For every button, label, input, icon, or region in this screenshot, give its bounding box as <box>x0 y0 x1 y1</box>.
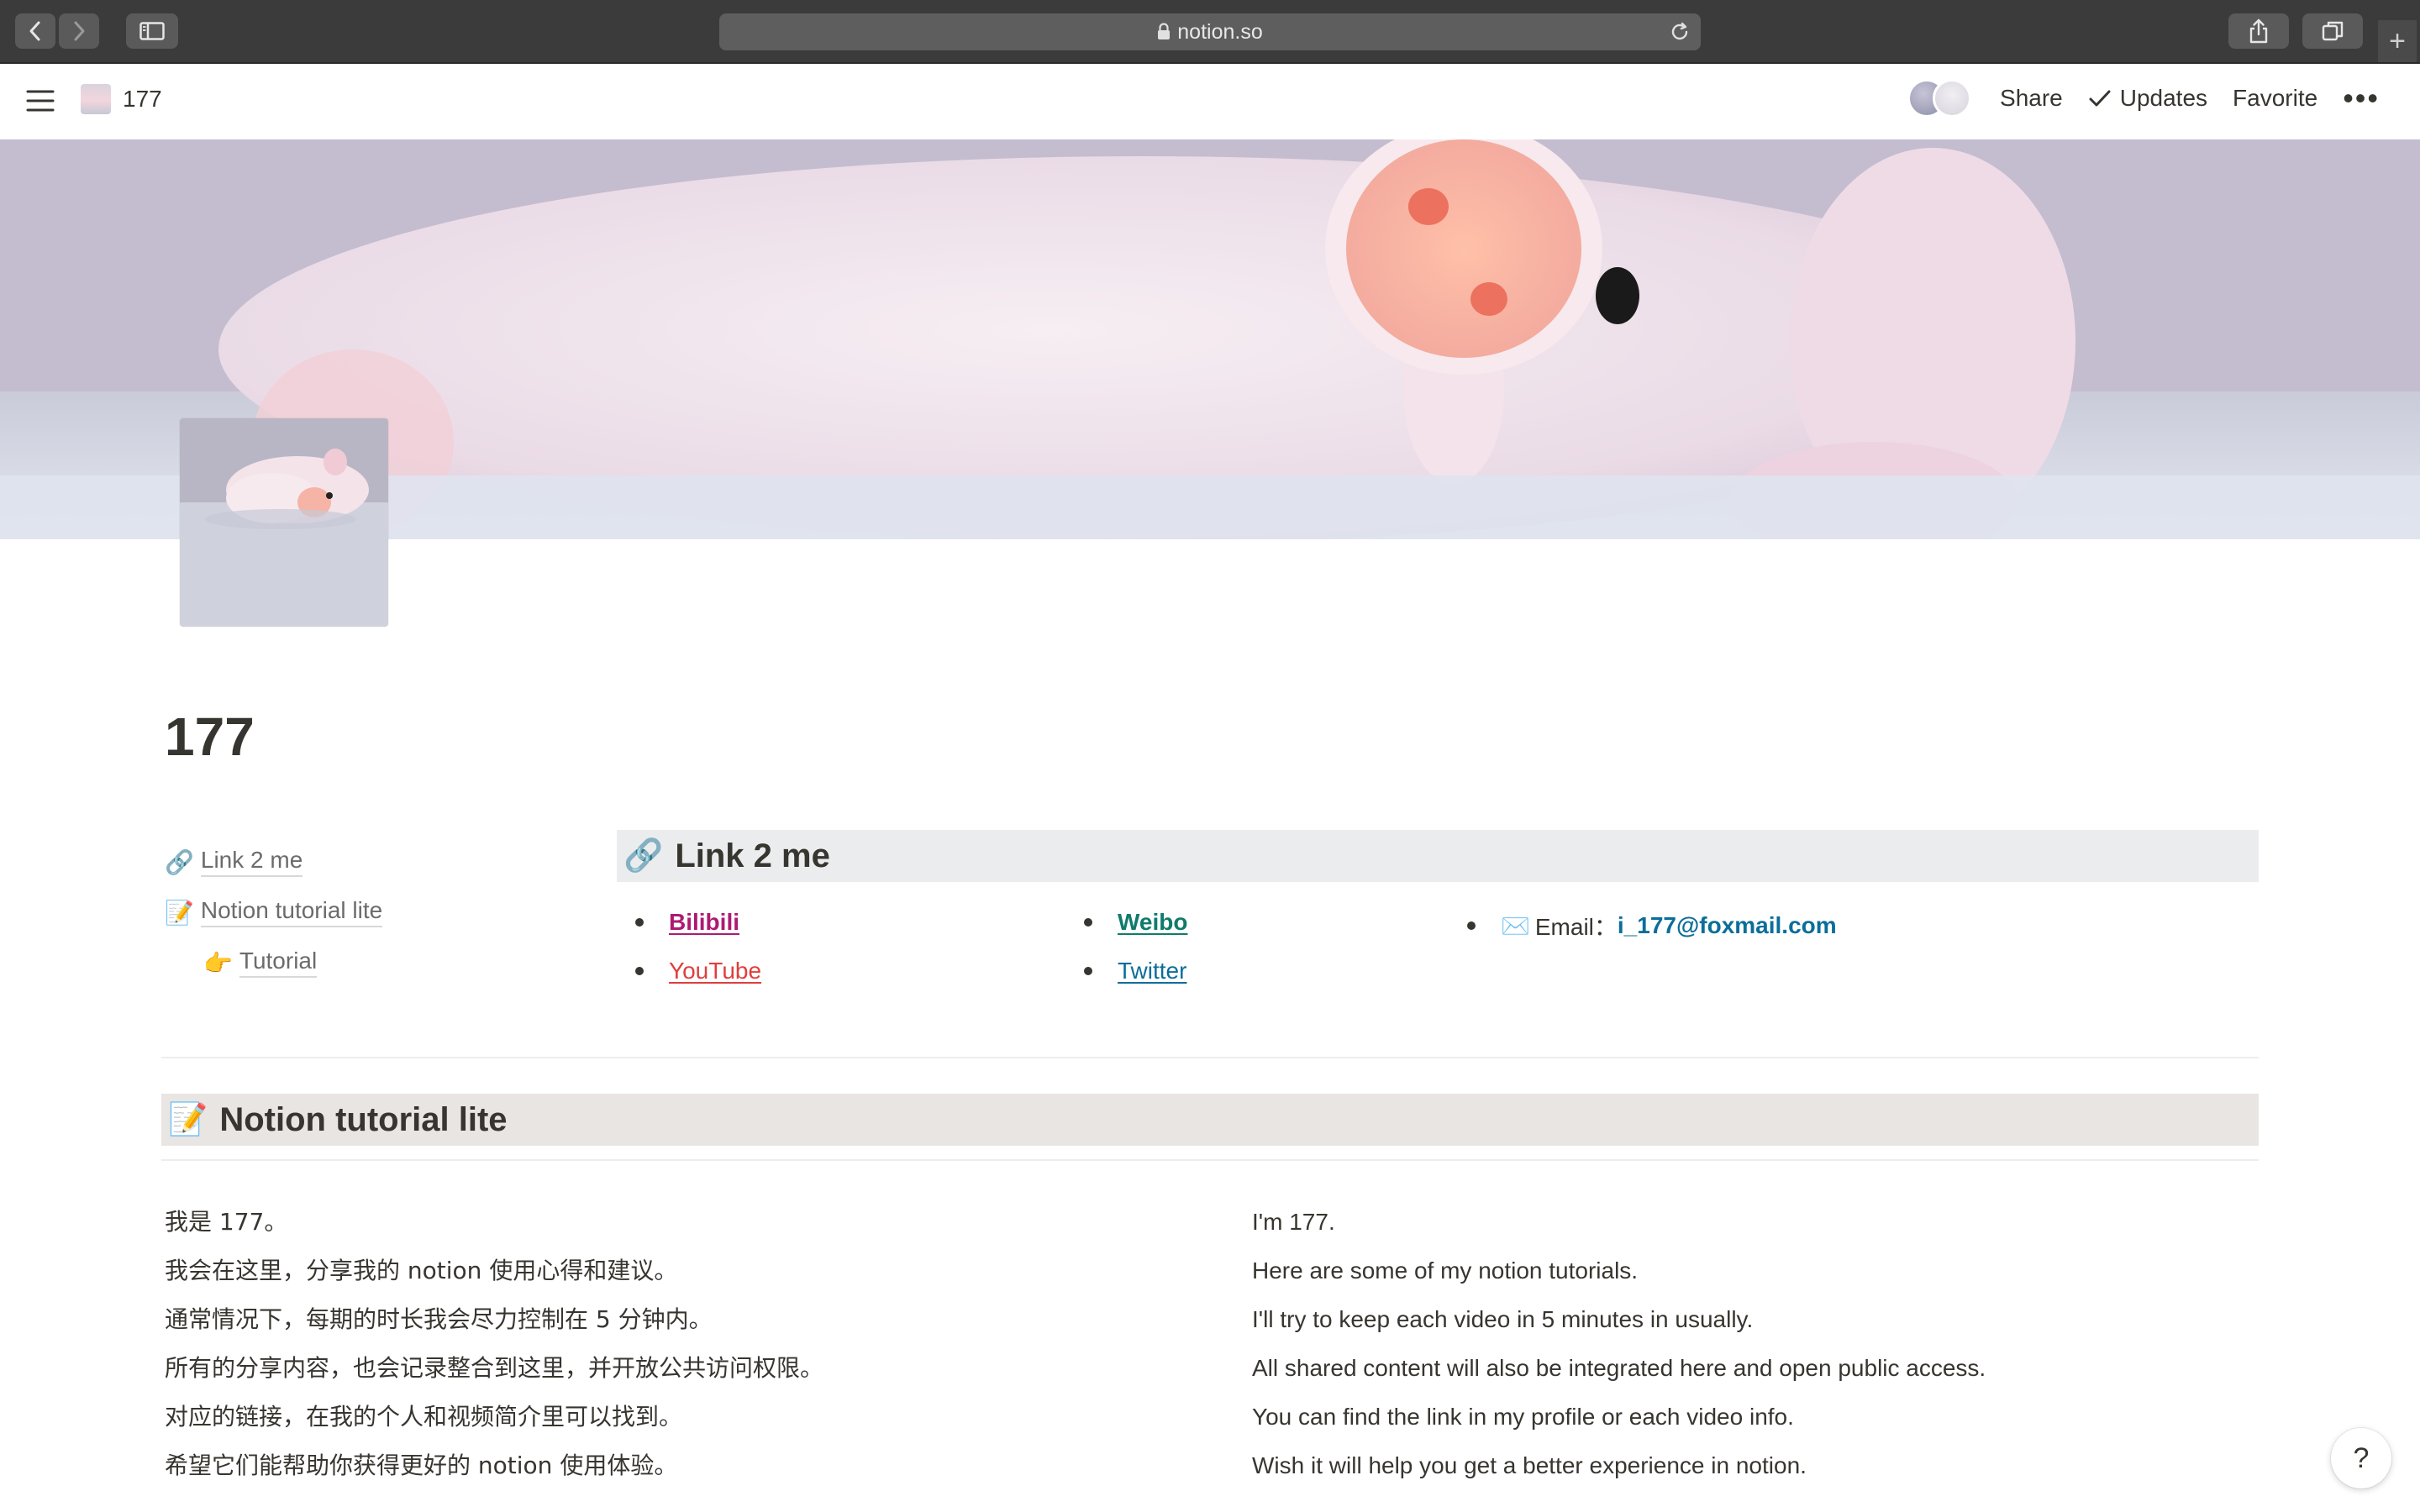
sidebar-icon <box>139 22 165 40</box>
link-icon: 🔗 <box>623 838 664 874</box>
breadcrumb[interactable]: 177 <box>81 84 162 114</box>
chinese-intro-column: 我是 177。 我会在这里，分享我的 notion 使用心得和建议。 通常情况下… <box>165 1198 823 1490</box>
forward-button[interactable] <box>59 13 99 49</box>
paragraph[interactable]: I'll try to keep each video in 5 minutes… <box>1252 1295 1986 1344</box>
pointing-hand-icon: 👉 <box>203 949 233 976</box>
divider <box>161 1057 2259 1058</box>
help-button[interactable]: ? <box>2331 1428 2391 1488</box>
envelope-icon: ✉️ <box>1501 912 1530 939</box>
sidebar-toggle-button[interactable] <box>126 13 178 49</box>
heading-notion-tutorial-lite[interactable]: 📝 Notion tutorial lite <box>161 1094 2259 1146</box>
lock-icon <box>1157 23 1171 41</box>
browser-toolbar: notion.so + <box>0 0 2420 64</box>
email-label: Email： <box>1534 914 1618 940</box>
reload-icon[interactable] <box>1669 20 1691 50</box>
breadcrumb-page-name: 177 <box>123 86 162 112</box>
bullet <box>1467 921 1476 930</box>
updates-button[interactable]: Updates <box>2088 85 2207 112</box>
link-icon: 🔗 <box>165 848 194 875</box>
bilibili-link[interactable]: Bilibili <box>669 909 739 936</box>
list-item: ✉️ Email： i_177@foxmail.com <box>1457 909 1837 942</box>
share-button[interactable]: Share <box>2000 85 2063 112</box>
table-of-contents: 🔗 Link 2 me 📝 Notion tutorial lite 👉 Tut… <box>165 837 602 988</box>
paragraph[interactable]: 所有的分享内容，也会记录整合到这里，并开放公共访问权限。 <box>165 1344 823 1393</box>
toc-item-notion-tutorial-lite[interactable]: 📝 Notion tutorial lite <box>165 887 602 937</box>
paragraph[interactable]: 我是 177。 <box>165 1198 823 1247</box>
address-bar[interactable]: notion.so <box>719 13 1701 50</box>
toc-item-label: Tutorial <box>239 948 318 978</box>
list-item: Twitter <box>1074 958 1186 984</box>
browser-share-button[interactable] <box>2228 13 2289 49</box>
chevron-left-icon <box>29 21 40 41</box>
heading-link-2-me[interactable]: 🔗 Link 2 me <box>617 830 2259 882</box>
toc-item-label: Link 2 me <box>200 847 303 877</box>
tab-overview-button[interactable] <box>2302 13 2363 49</box>
toc-item-tutorial[interactable]: 👉 Tutorial <box>165 937 602 988</box>
bullet <box>1084 967 1092 975</box>
plus-icon: + <box>2389 24 2406 57</box>
memo-icon: 📝 <box>165 899 194 926</box>
paragraph[interactable]: 通常情况下，每期的时长我会尽力控制在 5 分钟内。 <box>165 1295 823 1344</box>
menu-icon[interactable] <box>25 87 55 118</box>
url-text: notion.so <box>1177 19 1263 44</box>
paragraph[interactable]: Wish it will help you get a better exper… <box>1252 1441 1986 1490</box>
history-nav <box>15 13 99 49</box>
more-options-button[interactable]: ••• <box>2343 83 2380 113</box>
favorite-button[interactable]: Favorite <box>2233 85 2317 112</box>
paragraph[interactable]: All shared content will also be integrat… <box>1252 1344 1986 1393</box>
list-item: Weibo <box>1074 909 1187 936</box>
bullet <box>635 918 644 927</box>
bullet <box>635 967 644 975</box>
share-icon <box>2249 18 2268 44</box>
checkmark-icon <box>2089 90 2111 107</box>
paragraph[interactable]: Here are some of my notion tutorials. <box>1252 1247 1986 1295</box>
heading-text: Notion tutorial lite <box>219 1100 508 1138</box>
links-list: Bilibili YouTube Weibo Twitter ✉️ Email：… <box>625 909 2222 1018</box>
question-mark-icon: ? <box>2353 1441 2370 1474</box>
chevron-right-icon <box>74 21 85 41</box>
divider <box>161 1159 2259 1161</box>
avatar <box>1933 79 1972 118</box>
page-icon-thumbnail <box>81 84 111 114</box>
page-icon[interactable] <box>180 418 388 627</box>
paragraph[interactable]: You can find the link in my profile or e… <box>1252 1393 1986 1441</box>
email-link[interactable]: i_177@foxmail.com <box>1618 912 1837 939</box>
paragraph[interactable]: 希望它们能帮助你获得更好的 notion 使用体验。 <box>165 1441 823 1490</box>
heading-text: Link 2 me <box>675 837 830 874</box>
page-title[interactable]: 177 <box>165 706 255 768</box>
topbar-actions: Share Updates Favorite ••• <box>1907 79 2380 118</box>
memo-icon: 📝 <box>168 1102 208 1137</box>
toc-item-link-2-me[interactable]: 🔗 Link 2 me <box>165 837 602 887</box>
list-item: Bilibili <box>625 909 739 936</box>
tabs-icon <box>2322 21 2344 41</box>
collaborator-avatars[interactable] <box>1907 79 1972 118</box>
english-intro-column: I'm 177. Here are some of my notion tuto… <box>1252 1198 1986 1490</box>
back-button[interactable] <box>15 13 55 49</box>
toc-item-label: Notion tutorial lite <box>200 897 383 927</box>
pig-avatar-image <box>180 418 388 627</box>
list-item: YouTube <box>625 958 761 984</box>
twitter-link[interactable]: Twitter <box>1118 958 1186 984</box>
youtube-link[interactable]: YouTube <box>669 958 761 984</box>
new-tab-button[interactable]: + <box>2378 20 2417 62</box>
paragraph[interactable]: 对应的链接，在我的个人和视频简介里可以找到。 <box>165 1393 823 1441</box>
weibo-link[interactable]: Weibo <box>1118 909 1187 936</box>
paragraph[interactable]: I'm 177. <box>1252 1198 1986 1247</box>
notion-topbar: 177 Share Updates Favorite ••• <box>0 64 2420 139</box>
paragraph[interactable]: 我会在这里，分享我的 notion 使用心得和建议。 <box>165 1247 823 1295</box>
updates-label: Updates <box>2119 85 2208 111</box>
bullet <box>1084 918 1092 927</box>
